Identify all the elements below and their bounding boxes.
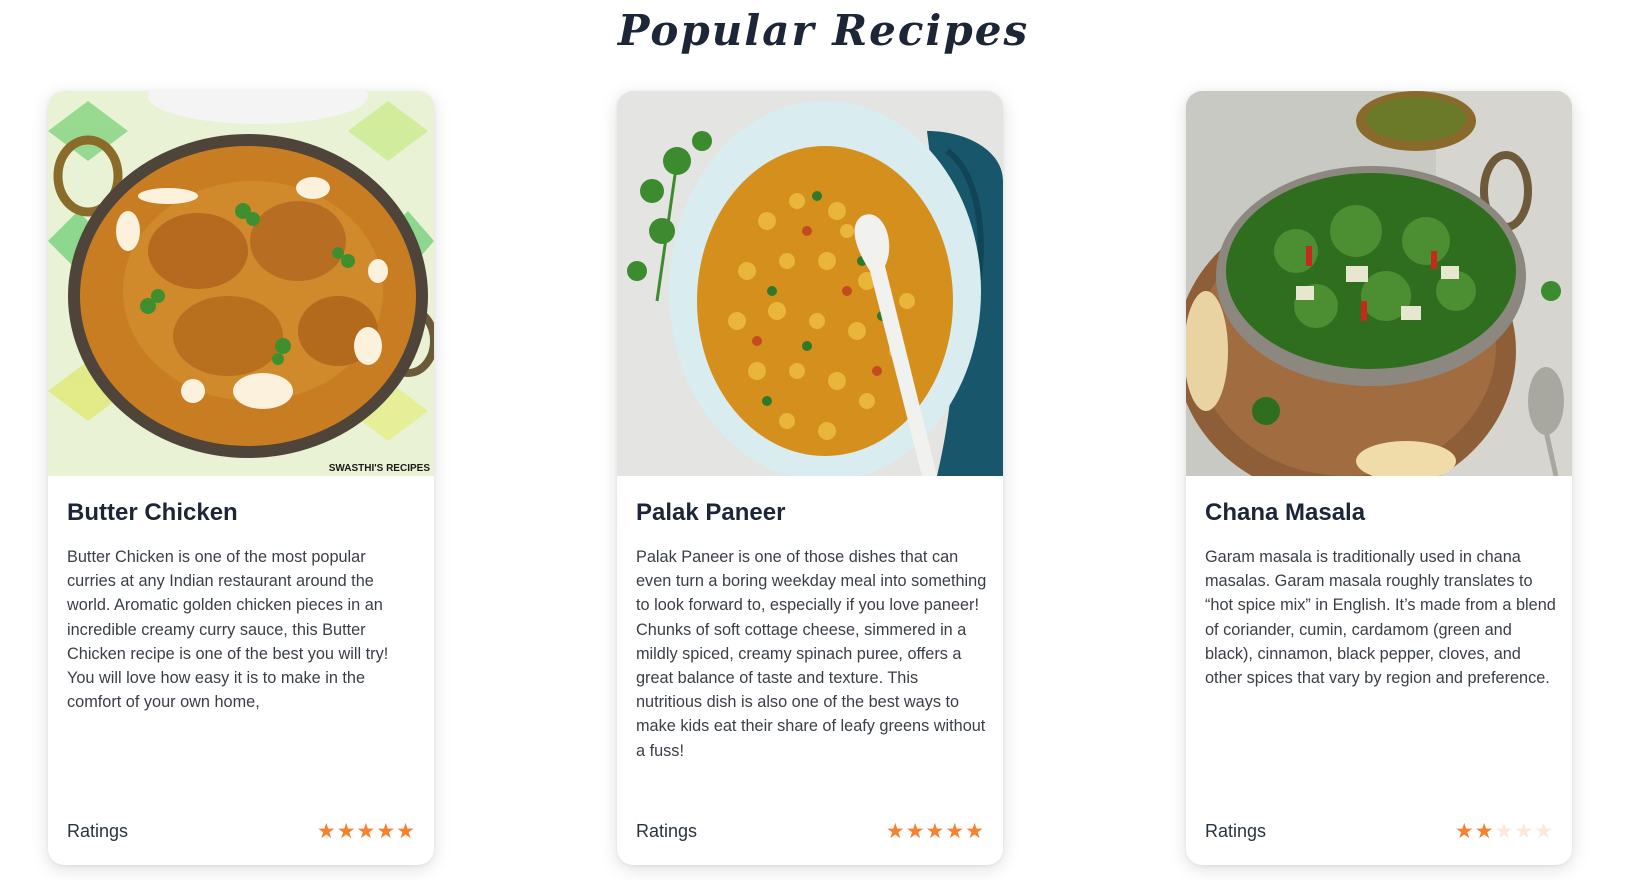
star-empty-icon[interactable]: ★ — [1495, 821, 1514, 842]
ratings-label: Ratings — [636, 821, 698, 841]
star-rating[interactable]: ★ ★ ★ ★ ★ — [886, 821, 984, 842]
star-empty-icon[interactable]: ★ — [1514, 821, 1533, 842]
star-filled-icon[interactable]: ★ — [945, 821, 964, 842]
recipe-description: Palak Paneer is one of those dishes that… — [636, 548, 987, 760]
star-filled-icon[interactable]: ★ — [396, 821, 415, 842]
ratings-row: Ratings ★ ★ ★ ★ ★ — [636, 821, 984, 842]
recipe-image-butter-chicken[interactable]: SWASTHI'S RECIPES — [48, 91, 434, 476]
recipe-card-chana-masala[interactable]: Chana Masala Garam masala is traditional… — [1186, 91, 1572, 865]
star-rating[interactable]: ★ ★ ★ ★ ★ — [1455, 821, 1553, 842]
star-filled-icon[interactable]: ★ — [337, 821, 356, 842]
star-rating[interactable]: ★ ★ ★ ★ ★ — [317, 821, 415, 842]
star-filled-icon[interactable]: ★ — [376, 821, 395, 842]
star-filled-icon[interactable]: ★ — [926, 821, 945, 842]
recipe-image-chana-masala[interactable] — [1186, 91, 1572, 476]
star-filled-icon[interactable]: ★ — [317, 821, 336, 842]
star-filled-icon[interactable]: ★ — [886, 821, 905, 842]
star-filled-icon[interactable]: ★ — [357, 821, 376, 842]
page-title: Popular Recipes — [617, 6, 1030, 55]
star-filled-icon[interactable]: ★ — [906, 821, 925, 842]
recipe-card-butter-chicken[interactable]: SWASTHI'S RECIPES Butter Chicken Butter … — [48, 91, 434, 865]
recipe-title[interactable]: Butter Chicken — [67, 499, 238, 527]
ratings-label: Ratings — [67, 821, 129, 841]
ratings-label: Ratings — [1205, 821, 1267, 841]
star-filled-icon[interactable]: ★ — [1455, 821, 1474, 842]
ratings-row: Ratings ★ ★ ★ ★ ★ — [1205, 821, 1553, 842]
recipe-title[interactable]: Chana Masala — [1205, 499, 1365, 527]
star-empty-icon[interactable]: ★ — [1534, 821, 1553, 842]
recipe-card-palak-paneer[interactable]: Palak Paneer Palak Paneer is one of thos… — [617, 91, 1003, 865]
ratings-row: Ratings ★ ★ ★ ★ ★ — [67, 821, 415, 842]
recipe-description: Butter Chicken is one of the most popula… — [67, 548, 389, 712]
image-watermark: SWASTHI'S RECIPES — [328, 463, 430, 474]
recipe-image-palak-paneer[interactable] — [617, 91, 1003, 476]
recipe-title[interactable]: Palak Paneer — [636, 499, 785, 527]
star-filled-icon[interactable]: ★ — [965, 821, 984, 842]
recipe-description: Garam masala is traditionally used in ch… — [1205, 548, 1556, 688]
star-filled-icon[interactable]: ★ — [1475, 821, 1494, 842]
